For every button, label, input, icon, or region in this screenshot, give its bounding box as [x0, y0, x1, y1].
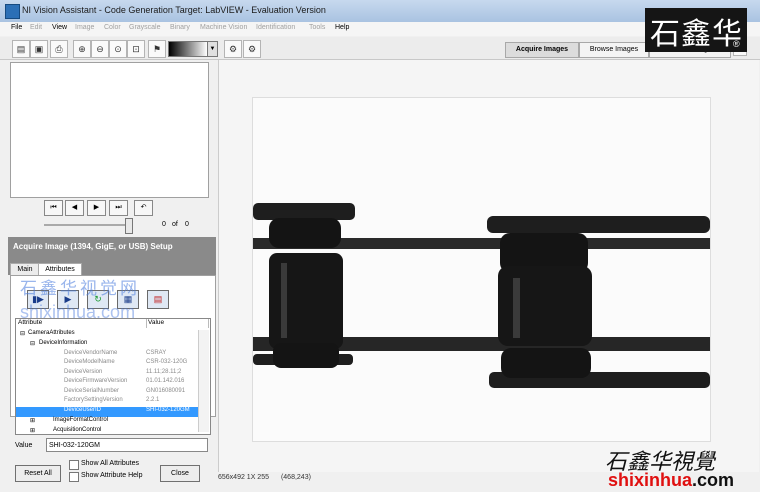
save-image-icon[interactable]: ▣ — [30, 40, 48, 58]
tree-row[interactable]: ⊟ DeviceInformation — [16, 340, 200, 350]
close-button[interactable]: Close — [160, 465, 200, 482]
open-image-icon[interactable]: ▤ — [12, 40, 30, 58]
menu-binary[interactable]: Binary — [170, 24, 190, 31]
cursor-coords: (468,243) — [280, 474, 311, 481]
window-title: NI Vision Assistant - Code Generation Ta… — [22, 5, 326, 15]
menu-view[interactable]: View — [52, 24, 67, 31]
chain-silhouette-image — [253, 98, 710, 441]
value-field[interactable]: SHI-032-120GM — [46, 438, 208, 452]
zoom-in-icon[interactable]: ⊕ — [73, 40, 91, 58]
tree-row[interactable]: DeviceModelName CSR-032-120G — [16, 359, 200, 369]
watermark-logo-text: 石鑫华 — [650, 17, 743, 52]
menu-identification[interactable]: Identification — [256, 24, 295, 31]
image-index: 0 — [162, 221, 166, 228]
image-slider-thumb[interactable] — [125, 218, 133, 234]
watermark-overlay-url: shixinhua.com — [20, 302, 136, 322]
previous-image-button[interactable]: ◀ — [65, 200, 84, 216]
tree-row[interactable]: ⊟ CameraAttributes — [16, 330, 200, 340]
tab-browse-images[interactable]: Browse Images — [579, 42, 649, 58]
menu-tools[interactable]: Tools — [309, 24, 325, 31]
show-all-attributes-checkbox[interactable] — [69, 460, 79, 470]
watermark-overlay-cn: 石鑫华视觉网 — [20, 279, 140, 298]
gradient-palette[interactable] — [168, 41, 208, 57]
undo-button[interactable]: ↶ — [134, 200, 153, 216]
watermark-corner-url: shixinhua.com — [608, 470, 735, 490]
value-label: Value — [15, 442, 33, 449]
tree-row[interactable]: ⊞ ImageFormatControl — [16, 417, 200, 427]
watermark-reg: ® — [733, 39, 740, 49]
image-browser-thumbnails[interactable] — [10, 62, 209, 198]
run-script-icon[interactable]: ⚙ — [224, 40, 242, 58]
menu-file[interactable]: File — [11, 24, 22, 31]
status-bar: 656x492 1X 255 (468,243) — [218, 474, 618, 488]
show-attribute-help-label: Show Attribute Help — [81, 472, 143, 479]
menu-color[interactable]: Color — [104, 24, 121, 31]
menu-grayscale[interactable]: Grayscale — [129, 24, 161, 31]
last-image-button[interactable]: ⏭ — [109, 200, 128, 216]
menu-machine-vision[interactable]: Machine Vision — [200, 24, 247, 31]
tree-row-selected[interactable]: DeviceUserID SHI-032-120GM — [16, 407, 200, 417]
palette-flag-icon[interactable]: ⚑ — [148, 40, 166, 58]
menu-help[interactable]: Help — [335, 24, 349, 31]
zoom-fit-icon[interactable]: ⊡ — [127, 40, 145, 58]
attribute-scrollbar[interactable] — [198, 330, 209, 432]
tree-row[interactable]: DeviceVersion 11.11;28.11;2 — [16, 369, 200, 379]
tree-row[interactable]: ⊞ AcquisitionControl — [16, 427, 200, 435]
image-slider-track[interactable] — [44, 224, 132, 226]
tree-row[interactable]: DeviceFirmwareVersion 01.01.142.016 — [16, 378, 200, 388]
tree-row[interactable]: DeviceVendorName CSRAY — [16, 350, 200, 360]
of-label: of — [172, 221, 178, 228]
stop-script-icon[interactable]: ⚙ — [243, 40, 261, 58]
tab-acquire-images[interactable]: Acquire Images — [505, 42, 579, 58]
reset-all-button[interactable]: Reset All — [15, 465, 61, 482]
show-attribute-help-checkbox[interactable] — [69, 472, 79, 482]
column-value[interactable]: Value — [146, 319, 209, 328]
app-icon — [5, 4, 20, 19]
image-count: 0 — [185, 221, 189, 228]
zoom-1to1-icon[interactable]: ⊙ — [109, 40, 127, 58]
zoom-out-icon[interactable]: ⊖ — [91, 40, 109, 58]
step-title: Acquire Image (1394, GigE, or USB) Setup — [13, 242, 173, 251]
print-icon[interactable]: ⎙ — [50, 40, 68, 58]
next-image-button[interactable]: ▶ — [87, 200, 106, 216]
menu-image[interactable]: Image — [75, 24, 94, 31]
acquired-image[interactable] — [252, 97, 711, 442]
show-all-attributes-label: Show All Attributes — [81, 460, 139, 467]
tree-row[interactable]: FactorySettingVersion 2.2.1 — [16, 397, 200, 407]
store-images-icon[interactable]: ▤ — [147, 290, 169, 309]
tree-row[interactable]: DeviceSerialNumber GN016080091 — [16, 388, 200, 398]
menu-edit[interactable]: Edit — [30, 24, 42, 31]
palette-dropdown-chevron-icon[interactable]: ▼ — [207, 41, 218, 57]
image-size-status: 656x492 1X 255 — [218, 474, 269, 481]
attribute-tree-table: Attribute Value ⊟ CameraAttributes ⊟ Dev… — [15, 318, 211, 435]
first-image-button[interactable]: ⏮ — [44, 200, 63, 216]
